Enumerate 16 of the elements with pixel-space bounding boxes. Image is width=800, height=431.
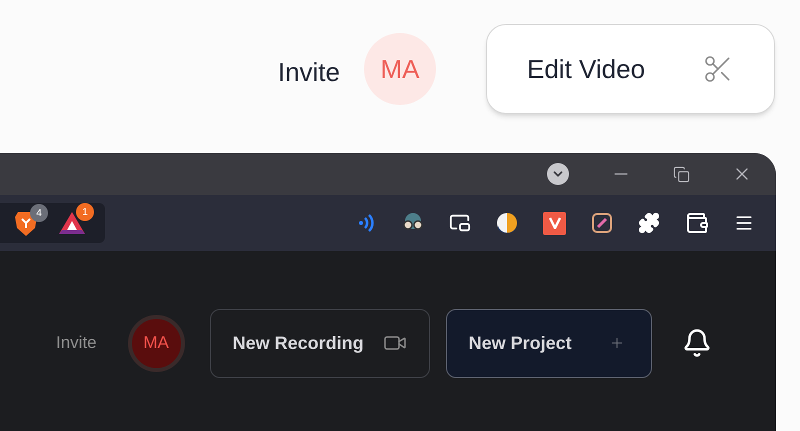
invite-link[interactable]: Invite xyxy=(278,53,340,92)
new-recording-button[interactable]: New Recording xyxy=(210,308,430,378)
user-avatar[interactable]: MA xyxy=(128,314,185,372)
puzzle-icon[interactable] xyxy=(638,212,660,234)
letter-v-icon[interactable] xyxy=(543,212,566,234)
wallet-icon[interactable] xyxy=(685,211,709,235)
notification-badge: 1 xyxy=(76,203,94,221)
pen-square-icon[interactable] xyxy=(591,212,613,234)
notification-badge: 4 xyxy=(30,204,48,222)
restore-icon[interactable] xyxy=(673,166,690,182)
notification-bell-icon[interactable] xyxy=(682,328,712,358)
invite-link[interactable]: Invite xyxy=(56,330,97,356)
picture-in-picture-icon[interactable] xyxy=(449,212,471,234)
edit-video-button[interactable]: Edit Video xyxy=(486,24,775,114)
new-project-button[interactable]: New Project xyxy=(446,308,652,378)
dropdown-icon[interactable] xyxy=(547,163,569,185)
